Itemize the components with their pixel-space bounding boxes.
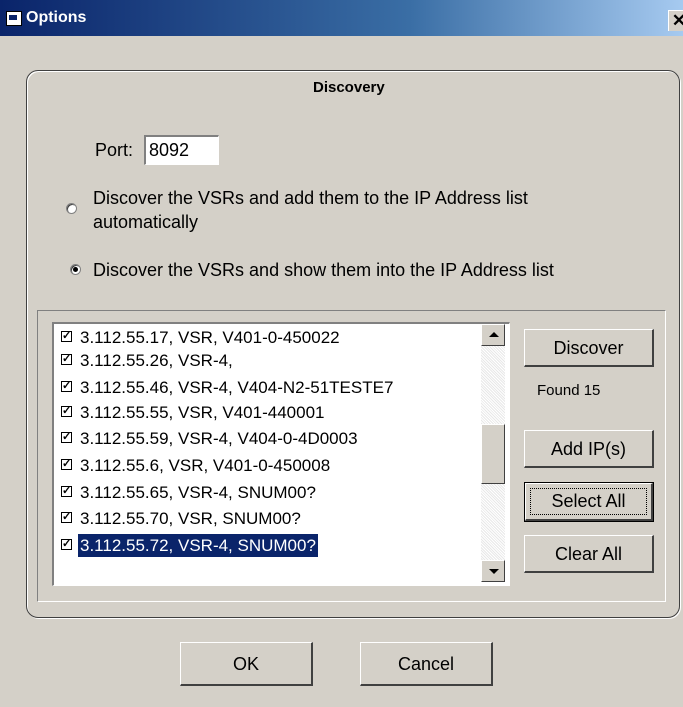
radio-show-in-list-label[interactable]: Discover the VSRs and show them into the… bbox=[93, 260, 554, 281]
checkbox[interactable]: ✓ bbox=[61, 406, 72, 417]
list-item[interactable]: ✓ 3.112.55.55, VSR, V401-440001 bbox=[58, 401, 488, 424]
list-item[interactable]: ✓ 3.112.55.65, VSR-4, SNUM00? bbox=[58, 481, 488, 504]
arrow-down-icon bbox=[489, 569, 499, 574]
list-item[interactable]: ✓ 3.112.55.6, VSR, V401-0-450008 bbox=[58, 454, 488, 477]
list-item[interactable]: ✓ 3.112.55.26, VSR-4, bbox=[58, 349, 488, 372]
radio-add-automatically-label[interactable]: Discover the VSRs and add them to the IP… bbox=[93, 188, 528, 209]
select-all-button[interactable]: Select All bbox=[524, 482, 654, 522]
list-item-label: 3.112.55.70, VSR, SNUM00? bbox=[80, 509, 301, 528]
scroll-thumb[interactable] bbox=[481, 424, 505, 484]
list-item[interactable]: ✓ 3.112.55.70, VSR, SNUM00? bbox=[58, 507, 488, 530]
list-item-label: 3.112.55.59, VSR-4, V404-0-4D0003 bbox=[80, 429, 358, 448]
title-bar[interactable]: Options ✕ bbox=[0, 0, 683, 36]
list-item-label: 3.112.55.46, VSR-4, V404-N2-51TESTE7 bbox=[80, 378, 394, 397]
checkbox[interactable]: ✓ bbox=[61, 381, 72, 392]
checkbox[interactable]: ✓ bbox=[61, 459, 72, 470]
found-count-label: Found 15 bbox=[537, 382, 601, 399]
focus-rectangle bbox=[530, 488, 647, 515]
cancel-button[interactable]: Cancel bbox=[360, 642, 493, 686]
radio-add-automatically-label-line2[interactable]: automatically bbox=[93, 212, 198, 233]
radio-add-automatically[interactable] bbox=[66, 203, 77, 214]
list-item-label: 3.112.55.26, VSR-4, bbox=[80, 351, 233, 370]
scroll-up-button[interactable] bbox=[481, 324, 505, 346]
list-item-label: 3.112.55.65, VSR-4, SNUM00? bbox=[80, 483, 316, 502]
radio-show-in-list[interactable] bbox=[70, 264, 81, 275]
checkbox[interactable]: ✓ bbox=[61, 331, 72, 342]
group-title: Discovery bbox=[313, 79, 385, 96]
scroll-down-button[interactable] bbox=[481, 560, 505, 582]
checkbox[interactable]: ✓ bbox=[61, 432, 72, 443]
list-item-selected[interactable]: ✓ 3.112.55.72, VSR-4, SNUM00? bbox=[58, 534, 488, 557]
add-ips-button[interactable]: Add IP(s) bbox=[524, 430, 654, 468]
list-item[interactable]: ✓ 3.112.55.17, VSR, V401-0-450022 bbox=[58, 326, 488, 349]
close-button[interactable]: ✕ bbox=[668, 10, 683, 31]
clear-all-button[interactable]: Clear All bbox=[524, 535, 654, 573]
ip-address-listbox[interactable]: ✓ 3.112.55.17, VSR, V401-0-450022 ✓ 3.11… bbox=[52, 322, 510, 586]
arrow-up-icon bbox=[489, 332, 499, 337]
list-item[interactable]: ✓ 3.112.55.46, VSR-4, V404-N2-51TESTE7 bbox=[58, 376, 488, 399]
options-dialog: Options ✕ Discovery Port: 8092 Discover … bbox=[0, 0, 683, 707]
list-item[interactable]: ✓ 3.112.55.59, VSR-4, V404-0-4D0003 bbox=[58, 427, 488, 450]
list-item-label: 3.112.55.17, VSR, V401-0-450022 bbox=[80, 328, 340, 347]
discover-button[interactable]: Discover bbox=[524, 329, 654, 367]
ok-button[interactable]: OK bbox=[180, 642, 313, 686]
checkbox[interactable]: ✓ bbox=[61, 512, 72, 523]
list-scrollbar[interactable] bbox=[481, 324, 505, 582]
window-title: Options bbox=[26, 9, 87, 26]
checkbox[interactable]: ✓ bbox=[61, 539, 72, 550]
app-icon bbox=[6, 11, 22, 26]
port-input[interactable]: 8092 bbox=[144, 135, 219, 165]
list-item-label: 3.112.55.55, VSR, V401-440001 bbox=[80, 403, 325, 422]
list-item-label: 3.112.55.6, VSR, V401-0-450008 bbox=[80, 456, 331, 475]
checkbox[interactable]: ✓ bbox=[61, 354, 72, 365]
list-item-label: 3.112.55.72, VSR-4, SNUM00? bbox=[78, 534, 318, 557]
port-label: Port: bbox=[95, 140, 134, 160]
checkbox[interactable]: ✓ bbox=[61, 486, 72, 497]
